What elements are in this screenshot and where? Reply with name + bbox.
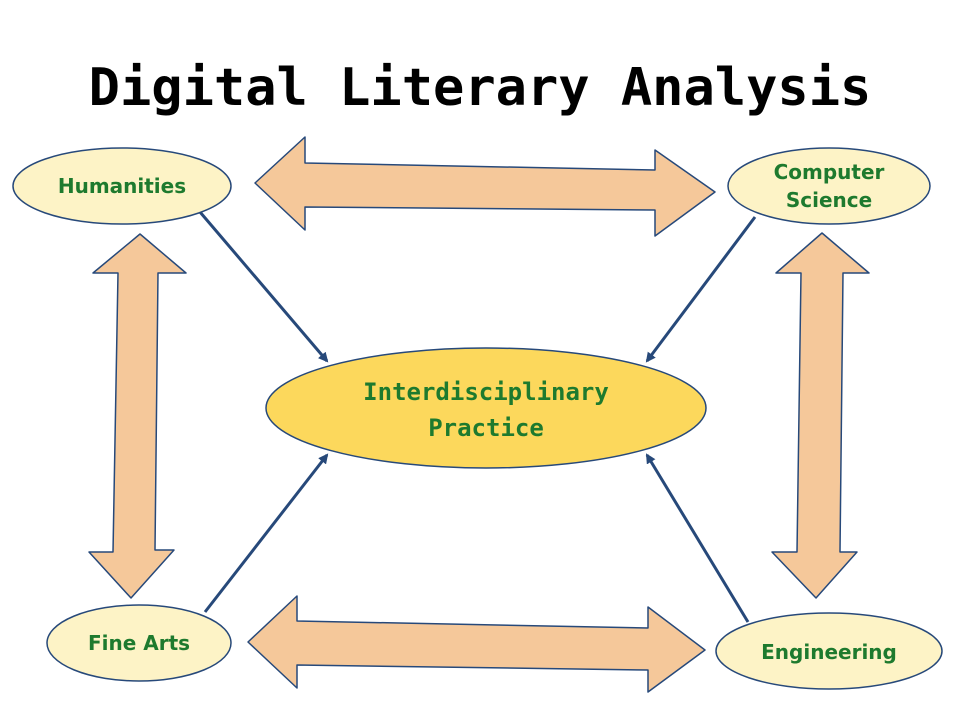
fine-arts-node: Fine Arts (46, 604, 232, 682)
arrow-computer-science-to-center (645, 216, 757, 363)
computer-science-label-line-1: Computer (774, 160, 885, 184)
center-label-line-2: Practice (428, 414, 544, 442)
diagram-canvas: Interdisciplinary Practice Humanities Co… (12, 136, 943, 693)
double-arrow-humanities-computer-science (254, 136, 716, 237)
arrow-humanities-to-center (198, 211, 329, 363)
fine-arts-label: Fine Arts (88, 631, 190, 655)
center-node: Interdisciplinary Practice (265, 347, 707, 469)
computer-science-node: Computer Science (727, 147, 931, 225)
engineering-node: Engineering (715, 612, 943, 690)
double-arrow-humanities-fine-arts (88, 233, 187, 599)
center-label-line-1: Interdisciplinary (363, 378, 609, 406)
double-arrow-computer-science-engineering (771, 232, 870, 599)
double-arrow-fine-arts-engineering (247, 595, 706, 693)
arrow-engineering-to-center (645, 453, 750, 623)
humanities-label: Humanities (58, 174, 186, 198)
arrow-fine-arts-to-center (203, 453, 329, 613)
computer-science-label-line-2: Science (786, 188, 872, 212)
humanities-node: Humanities (12, 147, 232, 225)
engineering-label: Engineering (761, 640, 897, 664)
